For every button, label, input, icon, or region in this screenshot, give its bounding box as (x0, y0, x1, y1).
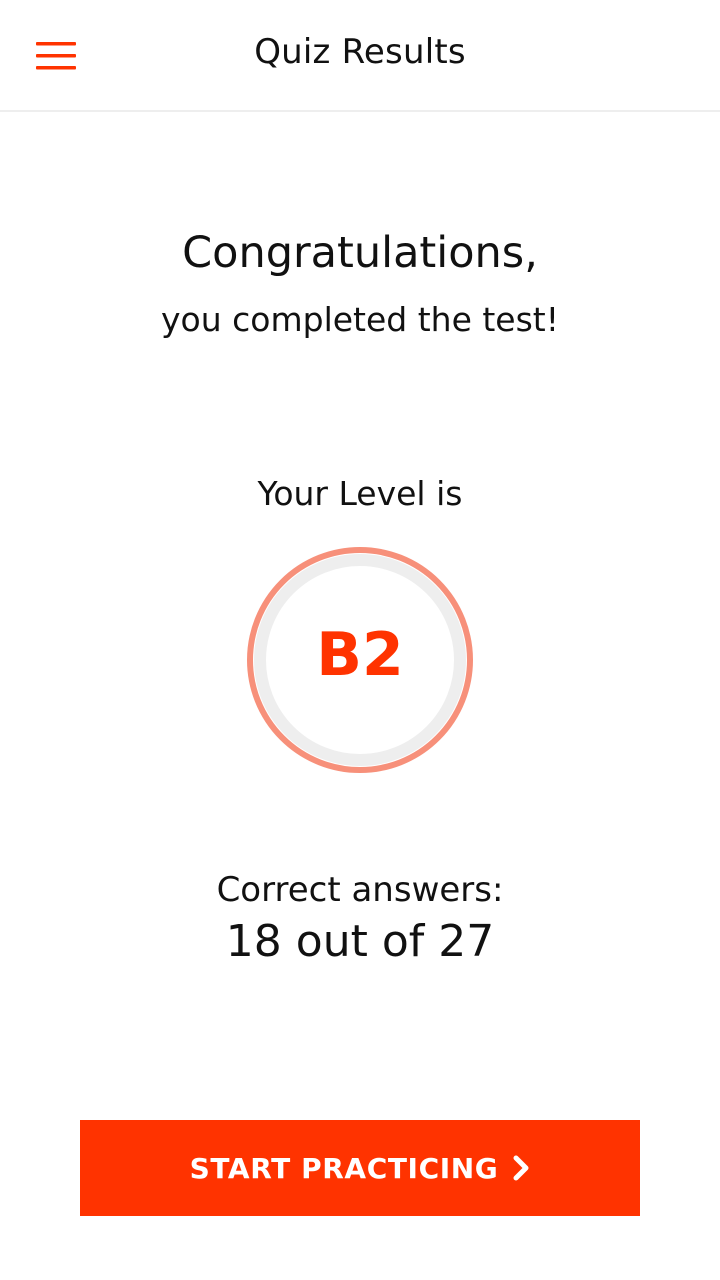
level-label: Your Level is (257, 474, 463, 513)
start-practicing-button[interactable]: START PRACTICING (80, 1120, 640, 1216)
completion-message: you completed the test! (161, 300, 559, 339)
page-title: Quiz Results (254, 32, 466, 72)
chevron-right-icon (512, 1155, 530, 1181)
start-practicing-label: START PRACTICING (189, 1151, 499, 1185)
level-value: B2 (316, 620, 404, 690)
congratulations-heading: Congratulations, (182, 228, 538, 278)
correct-answers-label: Correct answers: (216, 870, 504, 910)
correct-answers-value: 18 out of 27 (225, 916, 495, 967)
quiz-results-screen: Quiz Results Congratulations, you comple… (0, 0, 720, 1280)
app-header: Quiz Results (0, 0, 720, 112)
